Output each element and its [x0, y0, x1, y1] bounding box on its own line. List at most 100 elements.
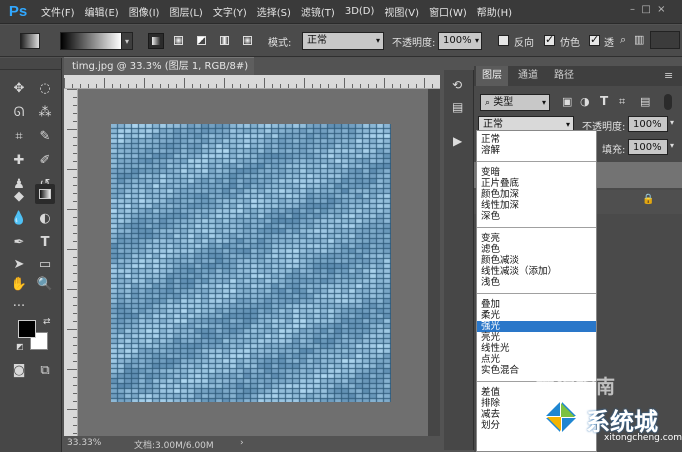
- quick-mask-icon[interactable]: ◙: [9, 360, 29, 380]
- menu-image[interactable]: 图像(I): [124, 4, 165, 19]
- menu-file[interactable]: 文件(F): [36, 4, 80, 19]
- blend-option-darken[interactable]: 变暗: [477, 167, 596, 178]
- diamond-gradient-button[interactable]: [240, 33, 256, 49]
- tab-channels[interactable]: 通道: [512, 66, 544, 86]
- status-menu-arrow-icon[interactable]: ›: [240, 438, 244, 448]
- dither-checkbox[interactable]: [544, 33, 555, 46]
- app-logo[interactable]: Ps: [0, 0, 36, 24]
- menu-edit[interactable]: 编辑(E): [80, 4, 124, 19]
- crop-tool-icon[interactable]: ⌗: [9, 126, 29, 146]
- chevron-down-icon[interactable]: ▾: [670, 141, 674, 150]
- tab-layers[interactable]: 图层: [476, 66, 508, 86]
- blend-option-lighter-color[interactable]: 浅色: [477, 277, 596, 288]
- filter-pixel-icon[interactable]: ▣: [562, 95, 572, 108]
- filter-type-icon[interactable]: T: [600, 94, 608, 108]
- menu-filter[interactable]: 滤镜(T): [296, 4, 340, 19]
- blend-option-linear-burn[interactable]: 线性加深: [477, 200, 596, 211]
- rectangle-tool-icon[interactable]: ▭: [35, 254, 55, 274]
- gradient-picker-chevron-icon[interactable]: ▾: [121, 32, 133, 50]
- chevron-down-icon[interactable]: ▾: [670, 118, 674, 127]
- blend-option-linear-dodge[interactable]: 线性减淡（添加）: [477, 266, 596, 277]
- eyedropper-tool-icon[interactable]: ✎: [35, 126, 55, 146]
- default-colors-icon[interactable]: ◩: [16, 342, 24, 351]
- panel-menu-icon[interactable]: ≡: [664, 69, 673, 82]
- ruler-tick: [73, 401, 77, 402]
- angle-gradient-button[interactable]: [194, 33, 210, 49]
- blend-option-color-burn[interactable]: 颜色加深: [477, 189, 596, 200]
- ruler-tick: [240, 84, 241, 88]
- tab-paths[interactable]: 路径: [548, 66, 580, 86]
- brush-tool-icon[interactable]: ✐: [35, 150, 55, 170]
- lasso-tool-icon[interactable]: ᘏ: [9, 102, 29, 122]
- radial-gradient-button[interactable]: [171, 33, 187, 49]
- screen-mode-icon[interactable]: ⧉: [35, 360, 55, 380]
- blend-option-dissolve[interactable]: 溶解: [477, 145, 596, 156]
- blend-option-hard-light[interactable]: 强光: [477, 321, 596, 332]
- eraser-tool-icon[interactable]: ◆: [9, 186, 29, 206]
- ruler-tick: [67, 249, 77, 250]
- blend-option-linear-light[interactable]: 线性光: [477, 343, 596, 354]
- blend-option-soft-light[interactable]: 柔光: [477, 310, 596, 321]
- blend-option-lighten[interactable]: 变亮: [477, 233, 596, 244]
- healing-brush-tool-icon[interactable]: ✚: [9, 150, 29, 170]
- blend-option-normal[interactable]: 正常: [477, 134, 596, 145]
- search-icon[interactable]: ⌕: [620, 33, 626, 47]
- reverse-checkbox[interactable]: [498, 35, 509, 46]
- workspace-switcher[interactable]: [650, 31, 680, 49]
- magic-wand-tool-icon[interactable]: ⁂: [35, 102, 55, 122]
- menu-view[interactable]: 视图(V): [379, 4, 424, 19]
- vertical-scrollbar[interactable]: [428, 89, 440, 436]
- foreground-color-swatch-top[interactable]: [18, 320, 36, 338]
- ruler-tick: [73, 281, 77, 282]
- opacity-input[interactable]: 100% ▾: [438, 32, 482, 50]
- edit-toolbar-icon[interactable]: ···: [9, 296, 29, 316]
- menu-select[interactable]: 选择(S): [252, 4, 296, 19]
- gradient-preview[interactable]: [60, 32, 122, 50]
- swap-colors-icon[interactable]: ⇄: [43, 317, 51, 327]
- fill-input[interactable]: 100%: [628, 139, 668, 155]
- reflected-gradient-button[interactable]: [217, 33, 233, 49]
- blend-option-multiply[interactable]: 正片叠底: [477, 178, 596, 189]
- filter-adjustment-icon[interactable]: ◑: [580, 95, 590, 108]
- type-tool-icon[interactable]: T: [35, 232, 55, 252]
- properties-panel-icon[interactable]: ▤: [452, 100, 463, 114]
- ruler-tick: [160, 84, 161, 88]
- blur-tool-icon[interactable]: 💧: [9, 208, 29, 228]
- dodge-tool-icon[interactable]: ◐: [35, 208, 55, 228]
- filter-smart-object-icon[interactable]: ▤: [640, 95, 650, 108]
- menu-type[interactable]: 文字(Y): [208, 4, 252, 19]
- ruler-tick: [73, 241, 77, 242]
- mode-select[interactable]: 正常 ▾: [302, 32, 384, 50]
- linear-gradient-button[interactable]: [148, 33, 164, 49]
- menu-layer[interactable]: 图层(L): [164, 4, 207, 19]
- window-controls[interactable]: – □ ×: [630, 4, 670, 18]
- play-action-icon[interactable]: ▶: [453, 134, 462, 148]
- transparency-checkbox[interactable]: [589, 33, 600, 46]
- path-selection-tool-icon[interactable]: ➤: [9, 254, 29, 274]
- filter-shape-icon[interactable]: ⌗: [619, 95, 625, 109]
- history-panel-icon[interactable]: ⟲: [452, 78, 462, 92]
- move-tool-icon[interactable]: ✥: [9, 78, 29, 98]
- filter-toggle-switch[interactable]: [664, 94, 672, 110]
- menu-3d[interactable]: 3D(D): [340, 6, 380, 17]
- workspace-icon[interactable]: ▥: [634, 33, 644, 46]
- elliptical-marquee-tool-icon[interactable]: ◌: [35, 78, 55, 98]
- menu-help[interactable]: 帮助(H): [472, 4, 517, 19]
- ruler-tick: [376, 84, 377, 88]
- blend-option-pin-light[interactable]: 点光: [477, 354, 596, 365]
- document-tab[interactable]: timg.jpg @ 33.3% (图层 1, RGB/8#) * ×: [64, 57, 254, 90]
- tool-preset-icon[interactable]: [20, 33, 40, 49]
- zoom-value[interactable]: 33.33%: [67, 438, 101, 448]
- gradient-tool-icon[interactable]: [35, 184, 55, 204]
- blend-option-overlay[interactable]: 叠加: [477, 299, 596, 310]
- blend-option-darker-color[interactable]: 深色: [477, 211, 596, 222]
- layer-opacity-input[interactable]: 100%: [628, 116, 668, 132]
- pen-tool-icon[interactable]: ✒: [9, 232, 29, 252]
- zoom-tool-icon[interactable]: 🔍: [35, 274, 55, 294]
- hand-tool-icon[interactable]: ✋: [9, 274, 29, 294]
- blend-option-screen[interactable]: 滤色: [477, 244, 596, 255]
- blend-option-color-dodge[interactable]: 颜色减淡: [477, 255, 596, 266]
- menu-window[interactable]: 窗口(W): [424, 4, 472, 19]
- blend-option-vivid-light[interactable]: 亮光: [477, 332, 596, 343]
- layer-filter-select[interactable]: ⌕ 类型 ▾: [480, 94, 550, 111]
